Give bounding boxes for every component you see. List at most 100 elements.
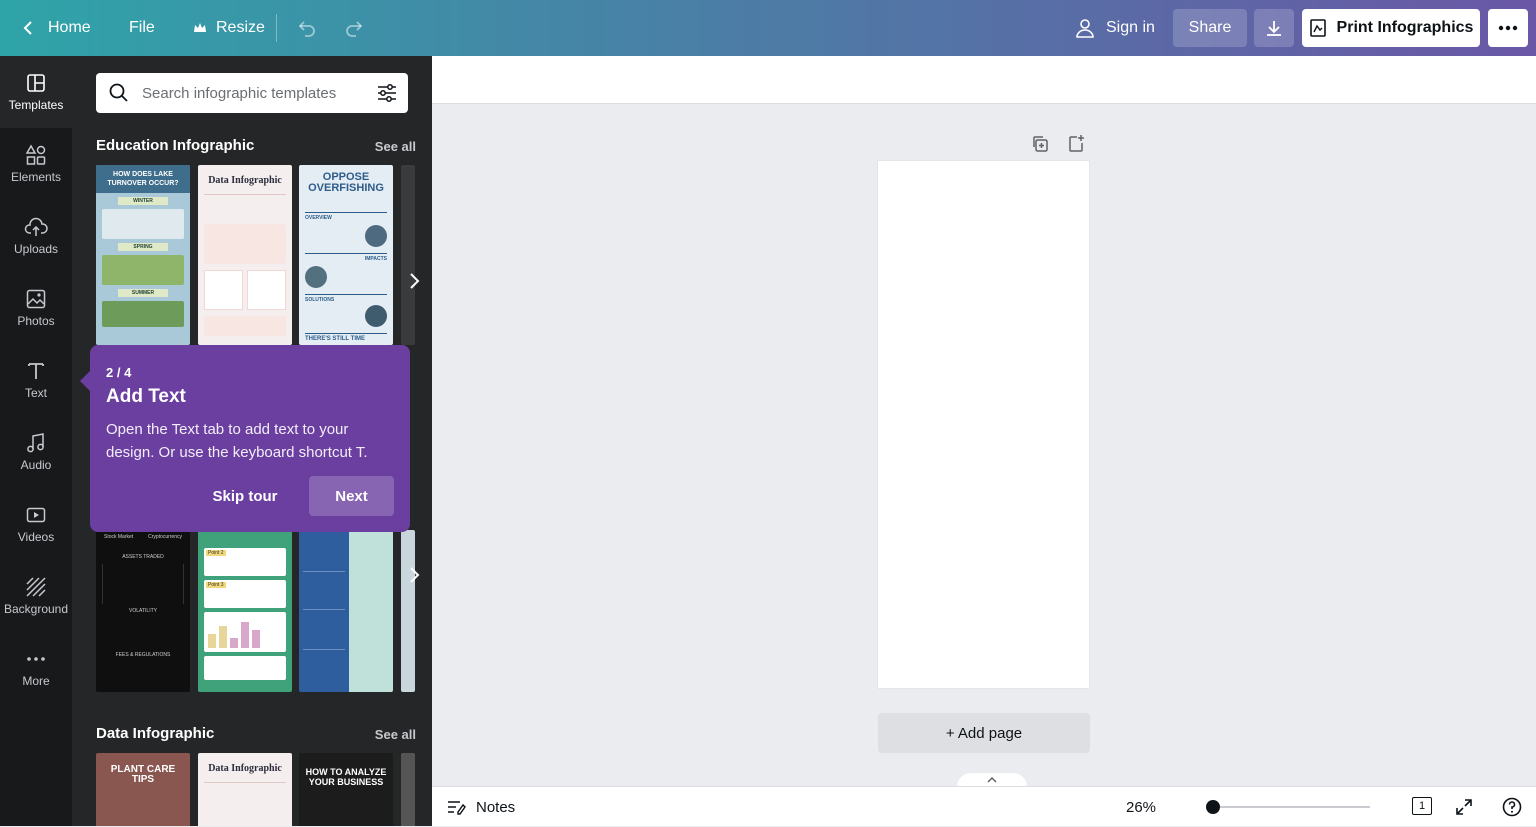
thumb-title: Data Infographic <box>208 175 282 186</box>
print-infographics-button[interactable]: Print Infographics <box>1302 9 1480 47</box>
rail-item-elements[interactable]: Elements <box>0 128 72 200</box>
filter-icon[interactable] <box>376 82 398 104</box>
chevron-left-icon <box>23 21 32 35</box>
fullscreen-button[interactable] <box>1454 797 1474 822</box>
thumb-label: FEES & REGULATIONS <box>115 652 171 658</box>
scroll-right-button[interactable] <box>404 560 424 590</box>
chevron-right-icon <box>410 273 420 289</box>
search-icon <box>109 83 128 102</box>
background-icon <box>26 577 46 597</box>
rail-label: Videos <box>17 530 55 544</box>
thumb-block <box>303 542 345 572</box>
rail-label: Text <box>24 386 47 400</box>
show-pages-button[interactable] <box>957 773 1027 787</box>
zoom-slider-handle[interactable] <box>1206 800 1221 814</box>
template-thumb-data-infographic-2[interactable]: Data Infographic <box>198 753 292 826</box>
print-product-icon <box>1309 19 1326 37</box>
thumb-title: OPPOSE OVERFISHING <box>308 171 384 194</box>
thumb-chart <box>204 612 286 652</box>
see-all-data-link[interactable]: See all <box>375 727 416 742</box>
music-note-icon <box>27 433 44 453</box>
templates-icon <box>27 74 45 92</box>
template-thumb-partial[interactable] <box>401 753 415 826</box>
tour-tooltip: 2 / 4 Add Text Open the Text tab to add … <box>80 345 410 532</box>
search-box[interactable] <box>96 73 408 113</box>
file-menu-button[interactable]: File <box>129 0 155 56</box>
thumb-block <box>204 656 286 680</box>
rail-item-audio[interactable]: Audio <box>0 416 72 488</box>
rail-label: Audio <box>20 458 52 472</box>
template-thumb-points[interactable]: Point 2 Point 3 <box>198 530 292 692</box>
zoom-slider[interactable] <box>1206 800 1370 814</box>
side-rail: Templates Elements Uploads Photos Text A… <box>0 56 72 826</box>
page-count-button[interactable]: 1 <box>1412 797 1432 815</box>
search-input[interactable] <box>142 84 362 102</box>
notes-button[interactable]: Notes <box>446 787 515 827</box>
thumb-illustration <box>102 255 184 285</box>
redo-button[interactable] <box>343 0 365 56</box>
rail-item-background[interactable]: Background <box>0 560 72 632</box>
thumb-label: SUMMER <box>118 289 168 297</box>
undo-button[interactable] <box>296 0 318 56</box>
thumb-block <box>102 564 184 604</box>
add-page-icon <box>1069 135 1084 152</box>
redo-icon <box>346 21 363 37</box>
thumb-title: HOW DOES LAKE TURNOVER OCCUR? <box>96 165 190 193</box>
skip-tour-button[interactable]: Skip tour <box>200 476 290 516</box>
undo-icon <box>298 21 315 37</box>
thumb-block <box>204 194 286 224</box>
template-thumb-analyze-business[interactable]: HOW TO ANALYZE YOUR BUSINESS <box>299 753 393 826</box>
chevron-right-icon <box>410 567 420 583</box>
template-thumb-oppose-overfishing[interactable]: OPPOSE OVERFISHING OVERVIEW IMPACTS SOLU… <box>299 165 393 345</box>
duplicate-icon <box>1033 136 1048 152</box>
thumb-illustration <box>102 301 184 327</box>
rail-label: Background <box>3 602 69 616</box>
sign-in-button[interactable]: Sign in <box>1074 0 1155 56</box>
upload-icon <box>24 217 48 236</box>
resize-button[interactable]: Resize <box>192 0 265 56</box>
notes-icon <box>448 801 466 815</box>
rail-item-text[interactable]: Text <box>0 344 72 416</box>
bottom-bar: Notes 26% 1 <box>432 786 1536 826</box>
rail-item-photos[interactable]: Photos <box>0 272 72 344</box>
tour-step-counter: 2 / 4 <box>106 365 132 380</box>
rail-item-templates[interactable]: Templates <box>0 56 72 128</box>
add-page-icon-button[interactable] <box>1066 134 1086 154</box>
duplicate-page-button[interactable] <box>1030 134 1050 154</box>
text-icon <box>28 363 44 379</box>
user-icon <box>1076 19 1094 38</box>
see-all-education-link[interactable]: See all <box>375 139 416 154</box>
rail-item-videos[interactable]: Videos <box>0 488 72 560</box>
help-button[interactable] <box>1502 797 1522 822</box>
home-label: Home <box>48 19 91 36</box>
rail-item-more[interactable]: More <box>0 632 72 704</box>
scroll-right-button[interactable] <box>404 266 424 296</box>
template-thumb-partial[interactable] <box>401 530 415 692</box>
design-page[interactable] <box>878 161 1089 688</box>
template-thumb-partial[interactable] <box>401 165 415 345</box>
elements-icon <box>25 144 46 165</box>
template-thumb-idea[interactable] <box>299 530 393 692</box>
rail-label: More <box>22 674 50 688</box>
share-button[interactable]: Share <box>1173 9 1247 47</box>
thumb-illustration <box>102 209 184 239</box>
rail-item-uploads[interactable]: Uploads <box>0 200 72 272</box>
expand-icon <box>1456 799 1472 815</box>
thumb-label: Point 2 <box>206 550 226 556</box>
template-thumb-plant-care[interactable]: PLANT CARE TIPS <box>96 753 190 826</box>
rail-label: Templates <box>8 98 64 112</box>
template-thumb-crypto[interactable]: Stock Market Cryptocurrency ASSETS TRADE… <box>96 530 190 692</box>
template-thumb-data-infographic[interactable]: Data Infographic <box>198 165 292 345</box>
next-button[interactable]: Next <box>309 476 394 516</box>
add-page-button[interactable]: + Add page <box>878 713 1090 753</box>
more-options-button[interactable] <box>1488 9 1528 47</box>
context-toolbar <box>432 56 1536 104</box>
zoom-level[interactable]: 26% <box>1126 787 1156 827</box>
more-dots-icon <box>27 657 45 661</box>
home-button[interactable]: Home <box>18 0 91 56</box>
template-thumb-lake-turnover[interactable]: HOW DOES LAKE TURNOVER OCCUR? WINTER SPR… <box>96 165 190 345</box>
section-title-education: Education Infographic <box>96 137 255 154</box>
thumb-label: IMPACTS <box>305 253 387 262</box>
download-button[interactable] <box>1254 9 1294 47</box>
thumb-label: ASSETS TRADED <box>122 554 164 560</box>
